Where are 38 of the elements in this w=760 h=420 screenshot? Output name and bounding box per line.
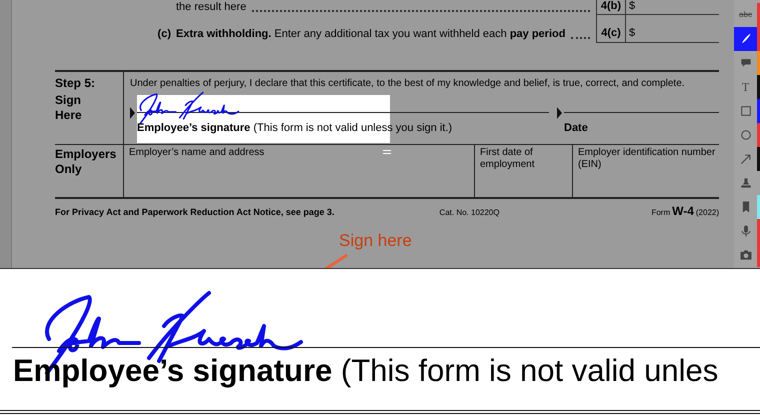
- rectangle-icon[interactable]: [738, 104, 752, 118]
- pointer-icon: [557, 106, 562, 120]
- amount-field: $: [626, 15, 719, 43]
- amount-field: $: [626, 0, 719, 15]
- step-heading: Step 5:: [55, 75, 96, 91]
- form-name: W-4: [672, 203, 694, 220]
- line-number: 4(c): [596, 15, 626, 43]
- text-tool-icon[interactable]: T: [742, 78, 750, 96]
- arrow-icon[interactable]: [738, 152, 752, 166]
- dot-leader: [571, 37, 590, 39]
- field-label: First date of employment: [480, 147, 534, 170]
- tool-button[interactable]: T: [734, 75, 757, 99]
- resize-handle-icon[interactable]: [383, 150, 391, 154]
- line-number: 4(b): [596, 0, 626, 15]
- instruction-text: Extra withholding. Enter any additional tax you want withheld each pay period: [176, 26, 566, 42]
- microphone-icon[interactable]: [738, 224, 752, 238]
- footer-notice: For Privacy Act and Paperwork Reduction Act Notice, see page 3.: [55, 206, 334, 219]
- callout-text: Sign here: [339, 230, 412, 252]
- declaration-text: Under penalties of perjury, I declare that this certificate, to the best of my knowledge and belief, is true, correct, and complete.: [130, 77, 686, 91]
- signature-label: Employee’s signature (This form is not valid unles: [13, 353, 718, 389]
- camera-icon[interactable]: [738, 248, 752, 262]
- field-label: Employer’s name and address: [129, 147, 264, 158]
- item-letter: (c): [158, 26, 171, 42]
- strikethrough-icon[interactable]: abc: [739, 9, 752, 21]
- circle-icon[interactable]: [738, 128, 752, 142]
- field-label: Employer identification number (EIN): [578, 147, 716, 170]
- signature-label: Employee’s signature (This form is not valid unless you sign it.): [137, 122, 452, 134]
- form-year: (2022): [696, 207, 719, 219]
- form-word: Form: [651, 207, 670, 219]
- instruction-text: the result here: [176, 0, 246, 14]
- catalog-number: Cat. No. 10220Q: [439, 207, 500, 219]
- pointer-icon: [130, 106, 135, 120]
- step-title: Sign Here: [55, 93, 83, 123]
- tool-button[interactable]: abc: [734, 3, 757, 27]
- stamp-icon[interactable]: [738, 176, 752, 190]
- date-label: Date: [564, 122, 588, 134]
- section-heading: Employers Only: [55, 145, 124, 197]
- tool-button[interactable]: [734, 27, 757, 51]
